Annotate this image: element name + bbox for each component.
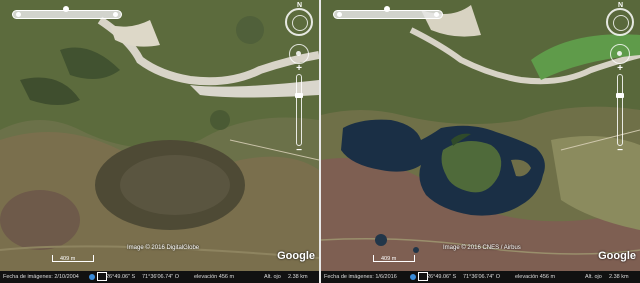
google-earth-comparison: N + − Image © 2016 DigitalGlobe 409 m Go… (0, 0, 640, 283)
scale-label: 409 m (60, 256, 76, 262)
look-joystick-icon[interactable] (610, 44, 630, 64)
status-bar: Fecha de imágenes: 2/10/2004 26°49.06" S… (0, 271, 319, 283)
elevation: elevación 456 m (515, 274, 556, 280)
longitude: 71°36'06.74" O (142, 274, 180, 280)
joystick-center (617, 51, 622, 56)
latitude: 26°49.06" S (106, 274, 136, 280)
satellite-image-2016[interactable] (321, 0, 640, 271)
satellite-image-2004[interactable] (0, 0, 319, 271)
globe-icon (410, 274, 416, 280)
navigation-controls: N + − (602, 2, 638, 164)
search-right-endcap (434, 12, 439, 17)
compass-north-label: N (297, 2, 303, 9)
compass-icon[interactable]: N (606, 2, 634, 36)
globe-icon (89, 274, 95, 280)
compass-north-label: N (618, 2, 624, 9)
eye-altitude-label: Alt. ojo (264, 274, 281, 280)
imagery-pane-2004[interactable]: N + − Image © 2016 DigitalGlobe 409 m Go… (0, 0, 319, 283)
longitude: 71°36'06.74" O (463, 274, 501, 280)
zoom-thumb[interactable] (616, 93, 624, 98)
zoom-slider[interactable] (295, 74, 303, 146)
imagery-pane-2016[interactable]: N + − Image © 2016 CNES / Airbus 409 m G… (321, 0, 640, 283)
imagery-copyright: Image © 2016 CNES / Airbus (443, 245, 521, 251)
look-joystick-icon[interactable] (289, 44, 309, 64)
eye-altitude-label: Alt. ojo (585, 274, 602, 280)
google-logo: Google (277, 250, 315, 262)
imagery-date: Fecha de imágenes: 2/10/2004 (3, 274, 79, 280)
search-handle[interactable] (63, 6, 69, 12)
zoom-out-icon[interactable]: − (293, 146, 305, 156)
imagery-copyright: Image © 2016 DigitalGlobe (127, 245, 200, 251)
navigation-controls: N + − (281, 2, 317, 164)
zoom-in-icon[interactable]: + (614, 64, 626, 74)
google-logo: Google (598, 250, 636, 262)
scale-label: 409 m (381, 256, 397, 262)
zoom-out-icon[interactable]: − (614, 146, 626, 156)
search-left-endcap (16, 12, 21, 17)
joystick-center (296, 51, 301, 56)
imagery-date: Fecha de imágenes: 1/6/2016 (324, 274, 397, 280)
zoom-slider[interactable] (616, 74, 624, 146)
eye-altitude: 2.38 km (609, 274, 629, 280)
compass-inner-ring (613, 15, 629, 31)
eye-altitude: 2.38 km (288, 274, 308, 280)
zoom-in-icon[interactable]: + (293, 64, 305, 74)
search-bar[interactable] (333, 6, 443, 19)
status-bar: Fecha de imágenes: 1/6/2016 26°49.06" S … (321, 271, 640, 283)
compass-icon[interactable]: N (285, 2, 313, 36)
search-right-endcap (113, 12, 118, 17)
search-handle[interactable] (384, 6, 390, 12)
latitude: 26°49.06" S (427, 274, 457, 280)
compass-inner-ring (292, 15, 308, 31)
zoom-thumb[interactable] (295, 93, 303, 98)
search-left-endcap (337, 12, 342, 17)
search-bar[interactable] (12, 6, 122, 19)
elevation: elevación 456 m (194, 274, 235, 280)
